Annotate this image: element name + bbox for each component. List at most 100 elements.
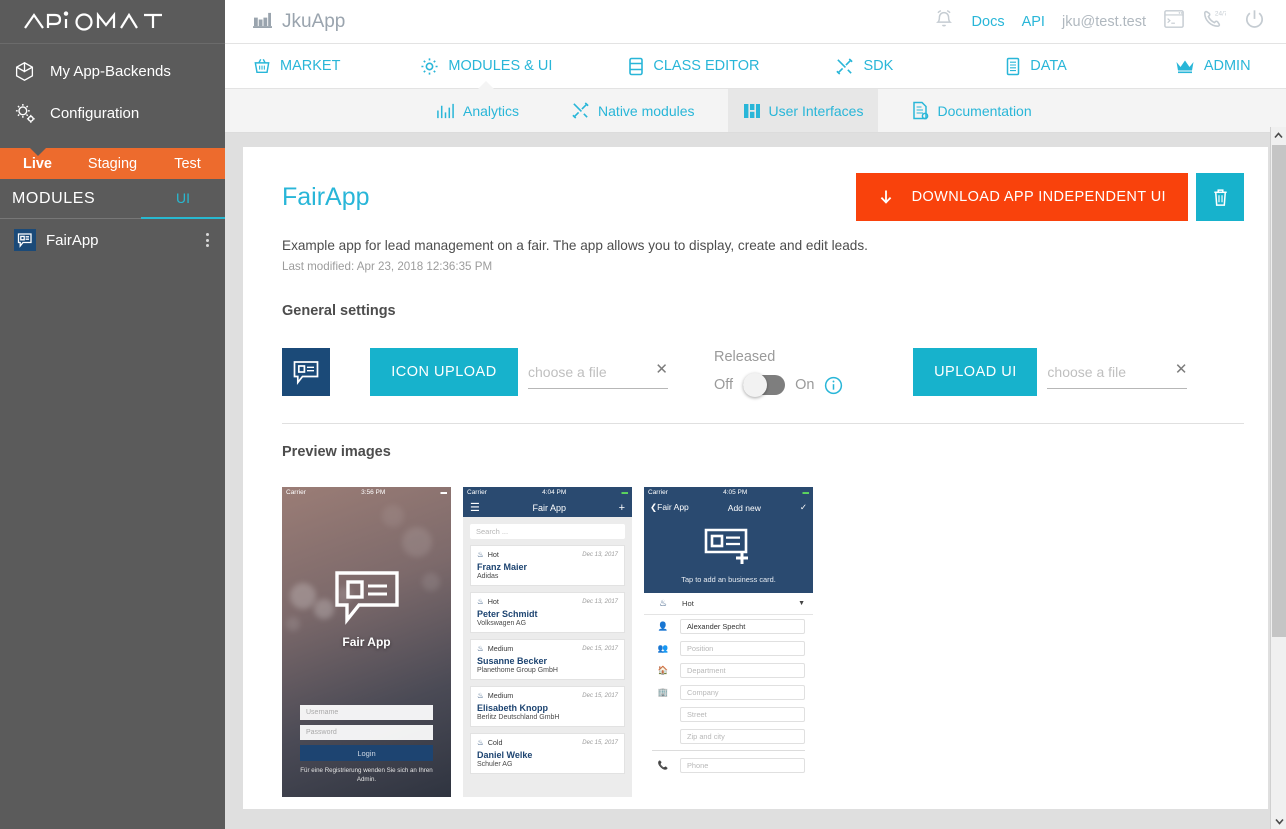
crown-icon xyxy=(1176,60,1194,74)
module-list-item-fairapp[interactable]: FairApp xyxy=(0,219,225,261)
lead-card[interactable]: ♨ Hot Dec 13, 2017 Peter Schmidt Volkswa… xyxy=(470,592,625,633)
tab-ui[interactable]: UI xyxy=(141,179,225,219)
nav-title: Add new xyxy=(727,502,761,513)
content-panel: FairApp DOWNLOAD APP INDEPENDENT UI Exam… xyxy=(243,147,1268,827)
app-description: Example app for lead management on a fai… xyxy=(282,238,868,253)
back-button[interactable]: ❮Fair App xyxy=(650,502,689,513)
confirm-check-icon[interactable]: ✓ xyxy=(800,502,807,513)
nav-admin[interactable]: ADMIN xyxy=(1171,44,1255,89)
ui-file-input[interactable] xyxy=(1047,355,1188,389)
flame-icon: ♨ xyxy=(658,598,668,608)
env-tab-test[interactable]: Test xyxy=(150,148,225,179)
lead-name: Peter Schmidt xyxy=(477,609,538,619)
toggle-knob xyxy=(743,373,768,397)
company-input[interactable]: Company xyxy=(680,684,805,700)
lead-card[interactable]: ♨ Medium Dec 15, 2017 Elisabeth Knopp Be… xyxy=(470,686,625,727)
scroll-up-arrow-icon[interactable] xyxy=(1271,127,1286,143)
sidebar-item-my-app-backends[interactable]: My App-Backends xyxy=(0,50,225,92)
phone-icon: 📞 xyxy=(657,759,669,770)
nav-market[interactable]: MARKET xyxy=(249,44,344,89)
lead-name: Daniel Welke xyxy=(477,750,533,760)
main-area: JkuApp Docs API jku@test.test 24/ MARKET… xyxy=(225,0,1286,829)
lead-card[interactable]: ♨ Cold Dec 15, 2017 Daniel Welke Schuler… xyxy=(470,733,625,774)
preview-image-add-new[interactable]: Carrier 4:05 PM ▬ ❮Fair App Add new ✓ Ta… xyxy=(644,487,813,797)
username-field[interactable]: Username xyxy=(300,705,433,721)
document-icon xyxy=(1007,57,1020,75)
zip-city-input[interactable]: Zip and city xyxy=(680,728,805,744)
flame-icon: ♨ xyxy=(477,644,484,653)
vertical-scrollbar[interactable] xyxy=(1270,127,1286,829)
subtab-analytics[interactable]: Analytics xyxy=(421,89,534,132)
env-tab-staging[interactable]: Staging xyxy=(75,148,150,179)
module-options-kebab-icon[interactable] xyxy=(202,229,213,251)
search-field[interactable]: Search ... xyxy=(470,524,625,539)
user-email[interactable]: jku@test.test xyxy=(1062,14,1146,30)
form-row: 👤 Alexander Specht xyxy=(644,615,813,637)
released-toggle-switch[interactable] xyxy=(743,373,786,397)
power-icon[interactable] xyxy=(1243,8,1266,36)
street-input[interactable]: Street xyxy=(680,706,805,722)
preview-image-login[interactable]: Carrier 3:56 PM ▬ Fair App Username Pass… xyxy=(282,487,451,797)
icon-upload-button[interactable]: ICON UPLOAD xyxy=(370,348,518,396)
delete-ui-button[interactable] xyxy=(1196,173,1244,221)
gears-icon xyxy=(14,102,44,125)
carrier-label: Carrier xyxy=(286,489,306,496)
modules-header-label: MODULES xyxy=(12,189,96,207)
nav-data[interactable]: DATA xyxy=(1001,44,1071,89)
subtab-native-modules[interactable]: Native modules xyxy=(556,89,710,132)
list-icon xyxy=(629,57,644,75)
nav-class-editor[interactable]: CLASS EDITOR xyxy=(624,44,763,89)
form-row: 👥 Position xyxy=(644,637,813,659)
lead-card[interactable]: ♨ Hot Dec 13, 2017 Franz Maier Adidas xyxy=(470,545,625,586)
sidebar-item-configuration[interactable]: Configuration xyxy=(0,92,225,134)
temperature-dropdown[interactable]: ♨ Hot ▼ xyxy=(644,593,813,615)
scrollbar-thumb[interactable] xyxy=(1272,145,1286,637)
released-toggle-line: Off On xyxy=(714,373,843,397)
panel-header: FairApp DOWNLOAD APP INDEPENDENT UI xyxy=(282,173,1244,221)
position-input[interactable]: Position xyxy=(680,640,805,656)
business-card-drop-area[interactable]: Tap to add an business card. xyxy=(644,517,813,593)
business-card-bubble-icon xyxy=(293,361,319,385)
hamburger-menu-icon[interactable]: ☰ xyxy=(470,501,480,514)
lead-card[interactable]: ♨ Medium Dec 15, 2017 Susanne Becker Pla… xyxy=(470,639,625,680)
back-label: Fair App xyxy=(657,502,689,512)
app-title-group[interactable]: JkuApp xyxy=(253,11,345,33)
active-nav-caret xyxy=(477,80,496,90)
lead-company: Adidas xyxy=(477,573,499,580)
nav-modules-and-ui[interactable]: MODULES & UI xyxy=(416,44,556,90)
carrier-label: Carrier xyxy=(467,489,487,496)
login-button[interactable]: Login xyxy=(300,745,433,762)
download-app-independent-ui-button[interactable]: DOWNLOAD APP INDEPENDENT UI xyxy=(855,173,1188,221)
toggle-off-label: Off xyxy=(714,377,734,393)
subtab-documentation[interactable]: Documentation xyxy=(896,89,1046,132)
main-navigation: MARKET MODULES & UI CLASS EDITOR SDK DAT… xyxy=(225,44,1286,90)
icon-file-clear-icon[interactable]: ✕ xyxy=(655,360,668,378)
time-label: 4:04 PM xyxy=(542,489,567,496)
docs-link[interactable]: Docs xyxy=(972,14,1005,30)
nav-sdk[interactable]: SDK xyxy=(831,44,897,89)
department-input[interactable]: Department xyxy=(680,662,805,678)
console-icon[interactable] xyxy=(1163,9,1185,34)
app-name-label: Fair App xyxy=(342,635,391,649)
add-icon[interactable]: + xyxy=(619,502,625,514)
brand-logo[interactable] xyxy=(0,0,225,44)
add-business-card-icon xyxy=(704,528,748,564)
icon-file-input[interactable] xyxy=(528,355,668,389)
support-24-7-icon[interactable]: 24/7 xyxy=(1202,8,1228,35)
preview-image-lead-list[interactable]: Carrier 4:04 PM ▬ ☰ Fair App + Search ..… xyxy=(463,487,632,797)
nav-label: MODULES & UI xyxy=(448,58,553,74)
bell-icon[interactable] xyxy=(933,8,955,35)
name-input[interactable]: Alexander Specht xyxy=(680,618,805,634)
form-separator xyxy=(652,750,805,751)
api-link[interactable]: API xyxy=(1022,14,1045,30)
upload-ui-button[interactable]: UPLOAD UI xyxy=(913,348,1038,396)
basket-icon xyxy=(254,58,270,74)
ui-file-clear-icon[interactable]: ✕ xyxy=(1175,360,1188,378)
password-field[interactable]: Password xyxy=(300,725,433,741)
subtab-user-interfaces[interactable]: User Interfaces xyxy=(727,89,879,132)
info-icon[interactable] xyxy=(824,376,843,395)
phone-input[interactable]: Phone xyxy=(680,757,805,773)
scroll-down-arrow-icon[interactable] xyxy=(1271,813,1286,829)
app-icon-preview xyxy=(282,348,330,396)
lead-date: Dec 15, 2017 xyxy=(582,692,618,699)
